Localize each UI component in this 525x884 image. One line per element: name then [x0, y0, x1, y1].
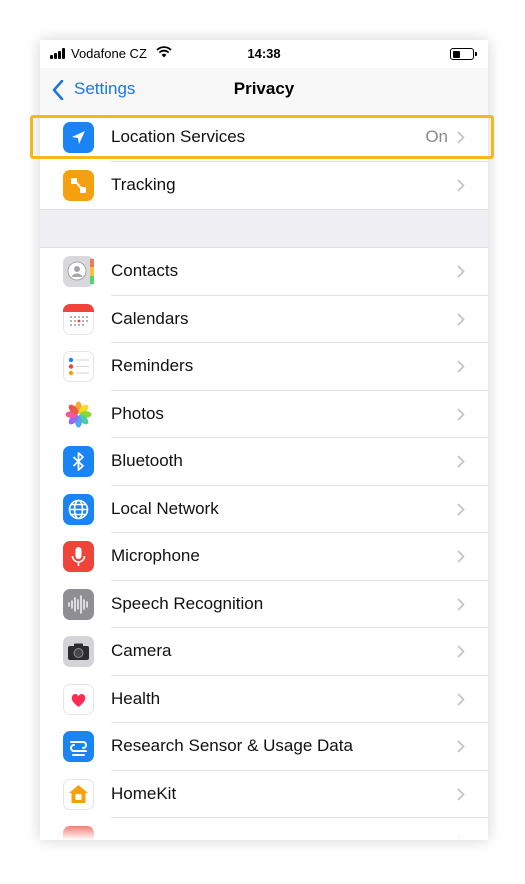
chevron-right-icon	[457, 598, 465, 610]
list-item-tracking[interactable]: Tracking	[40, 162, 488, 210]
list-item-speech-recognition[interactable]: Speech Recognition	[40, 581, 488, 628]
bottom-fade	[40, 820, 488, 840]
chevron-right-icon	[457, 179, 465, 191]
camera-icon	[63, 636, 94, 667]
reminders-icon	[63, 351, 94, 382]
list-item-label: Microphone	[111, 546, 200, 565]
chevron-right-icon	[457, 265, 465, 278]
calendar-icon	[63, 303, 94, 335]
microphone-icon	[63, 541, 94, 572]
navigation-bar: Settings Privacy	[40, 68, 488, 114]
phone-screen: Vodafone CZ 14:38 Settings Privacy Locat…	[40, 40, 488, 840]
waveform-icon	[63, 588, 94, 620]
list-item-homekit[interactable]: HomeKit	[40, 771, 488, 818]
chevron-right-icon	[457, 131, 465, 144]
list-item-contacts[interactable]: Contacts	[40, 248, 488, 296]
list-item-label: Local Network	[111, 498, 219, 518]
heart-icon	[63, 683, 94, 715]
list-item-label: Location Services	[111, 127, 246, 146]
contacts-icon	[63, 256, 94, 287]
clock: 14:38	[247, 46, 281, 61]
photos-icon	[63, 398, 94, 430]
chevron-right-icon	[457, 503, 465, 515]
list-item-label: Calendars	[111, 308, 189, 328]
chevron-right-icon	[457, 740, 465, 753]
chevron-right-icon	[457, 313, 465, 325]
list-item-reminders[interactable]: Reminders	[40, 343, 488, 391]
list-item-research-sensor[interactable]: Research Sensor & Usage Data	[40, 723, 488, 771]
page-title: Privacy	[233, 79, 295, 98]
list-item-label: Research Sensor & Usage Data	[111, 736, 353, 755]
chevron-right-icon	[457, 408, 465, 420]
list-item-label: Speech Recognition	[111, 593, 264, 613]
research-icon	[63, 731, 94, 762]
status-bar: Vodafone CZ 14:38	[40, 40, 488, 68]
list-item-label: Tracking	[111, 174, 176, 194]
list-item-location-services[interactable]: Location Services On	[40, 114, 488, 162]
list-item-bluetooth[interactable]: Bluetooth	[40, 438, 488, 486]
chevron-right-icon	[457, 550, 465, 563]
list-item-health[interactable]: Health	[40, 676, 488, 723]
list-item-calendars[interactable]: Calendars	[40, 296, 488, 343]
list-item-label: HomeKit	[111, 783, 177, 803]
list-item-label: Photos	[111, 403, 164, 423]
section-separator	[40, 209, 488, 248]
chevron-right-icon	[457, 693, 465, 705]
battery-icon	[450, 48, 477, 60]
chevron-right-icon	[457, 360, 465, 373]
tracking-icon	[63, 169, 94, 201]
location-arrow-icon	[63, 122, 94, 153]
chevron-right-icon	[457, 645, 465, 658]
list-item-photos[interactable]: Photos	[40, 391, 488, 438]
list-item-label: Bluetooth	[111, 451, 183, 470]
status-value: On	[425, 127, 448, 146]
privacy-permissions-list: Contacts Calendars Reminders Photos Blue…	[40, 248, 488, 840]
home-icon	[63, 778, 94, 810]
privacy-top-list: Location Services On Tracking	[40, 114, 488, 209]
list-item-label: Camera	[111, 641, 172, 660]
bluetooth-icon	[63, 446, 94, 477]
list-item-label: Contacts	[111, 261, 179, 280]
chevron-right-icon	[457, 455, 465, 468]
globe-icon	[63, 493, 94, 525]
list-item-label: Reminders	[111, 356, 194, 375]
list-item-local-network[interactable]: Local Network	[40, 486, 488, 533]
list-item-microphone[interactable]: Microphone	[40, 533, 488, 581]
chevron-right-icon	[457, 788, 465, 800]
list-item-label: Health	[111, 688, 161, 708]
list-item-camera[interactable]: Camera	[40, 628, 488, 676]
